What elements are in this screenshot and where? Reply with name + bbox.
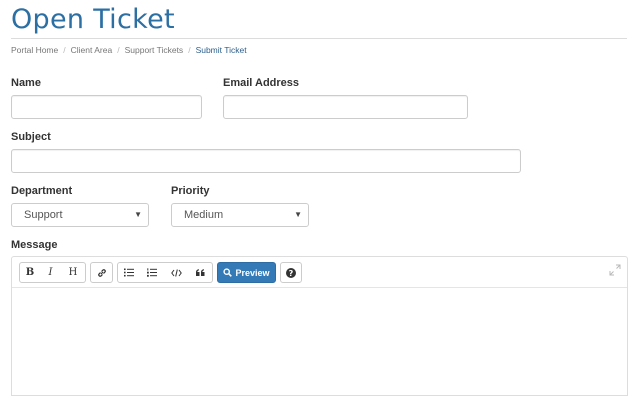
page-title: Open Ticket xyxy=(11,4,175,35)
breadcrumb-separator: / xyxy=(188,45,191,55)
email-label: Email Address xyxy=(223,77,300,89)
heading-button[interactable]: H xyxy=(61,262,86,283)
priority-selected-value: Medium xyxy=(184,209,224,221)
code-button[interactable] xyxy=(164,262,189,283)
search-icon xyxy=(223,268,233,277)
breadcrumb-separator: / xyxy=(117,45,120,55)
breadcrumb-support-tickets[interactable]: Support Tickets xyxy=(125,45,184,55)
expand-icon[interactable] xyxy=(609,264,621,276)
italic-icon: I xyxy=(48,267,53,278)
message-textarea[interactable] xyxy=(13,289,629,388)
caret-down-icon: ▼ xyxy=(294,210,302,219)
preview-label: Preview xyxy=(235,267,270,278)
department-select[interactable]: Support ▼ xyxy=(11,203,149,227)
caret-down-icon: ▼ xyxy=(134,210,142,219)
title-divider xyxy=(11,38,627,39)
help-button[interactable]: ? xyxy=(280,262,302,283)
message-label: Message xyxy=(11,239,58,251)
breadcrumb-client-area[interactable]: Client Area xyxy=(71,45,113,55)
help-icon: ? xyxy=(286,267,296,278)
toolbar-divider xyxy=(12,287,627,288)
department-selected-value: Support xyxy=(24,209,63,221)
ordered-list-button[interactable] xyxy=(140,262,165,283)
bold-button[interactable]: B xyxy=(19,262,41,283)
quote-button[interactable] xyxy=(188,262,213,283)
breadcrumb-separator: / xyxy=(63,45,66,55)
name-label: Name xyxy=(11,77,41,89)
italic-button[interactable]: I xyxy=(40,262,62,283)
ordered-list-icon xyxy=(147,268,157,277)
code-icon xyxy=(170,268,182,277)
svg-text:?: ? xyxy=(289,269,294,278)
priority-label: Priority xyxy=(171,185,210,197)
unordered-list-button[interactable] xyxy=(117,262,141,283)
breadcrumb: Portal Home / Client Area / Support Tickets /… xyxy=(11,45,247,55)
bold-icon: B xyxy=(25,267,35,278)
email-field[interactable] xyxy=(223,95,468,119)
heading-icon: H xyxy=(68,267,78,278)
unordered-list-icon xyxy=(124,268,134,277)
priority-select[interactable]: Medium ▼ xyxy=(171,203,309,227)
preview-button[interactable]: Preview xyxy=(217,262,276,283)
subject-field[interactable] xyxy=(11,149,521,173)
quote-icon xyxy=(195,269,204,276)
breadcrumb-portal-home[interactable]: Portal Home xyxy=(11,45,58,55)
link-icon xyxy=(97,268,106,277)
name-field[interactable] xyxy=(11,95,202,119)
department-label: Department xyxy=(11,185,73,197)
breadcrumb-submit-ticket: Submit Ticket xyxy=(195,45,247,55)
link-button[interactable] xyxy=(90,262,113,283)
subject-label: Subject xyxy=(11,131,51,143)
